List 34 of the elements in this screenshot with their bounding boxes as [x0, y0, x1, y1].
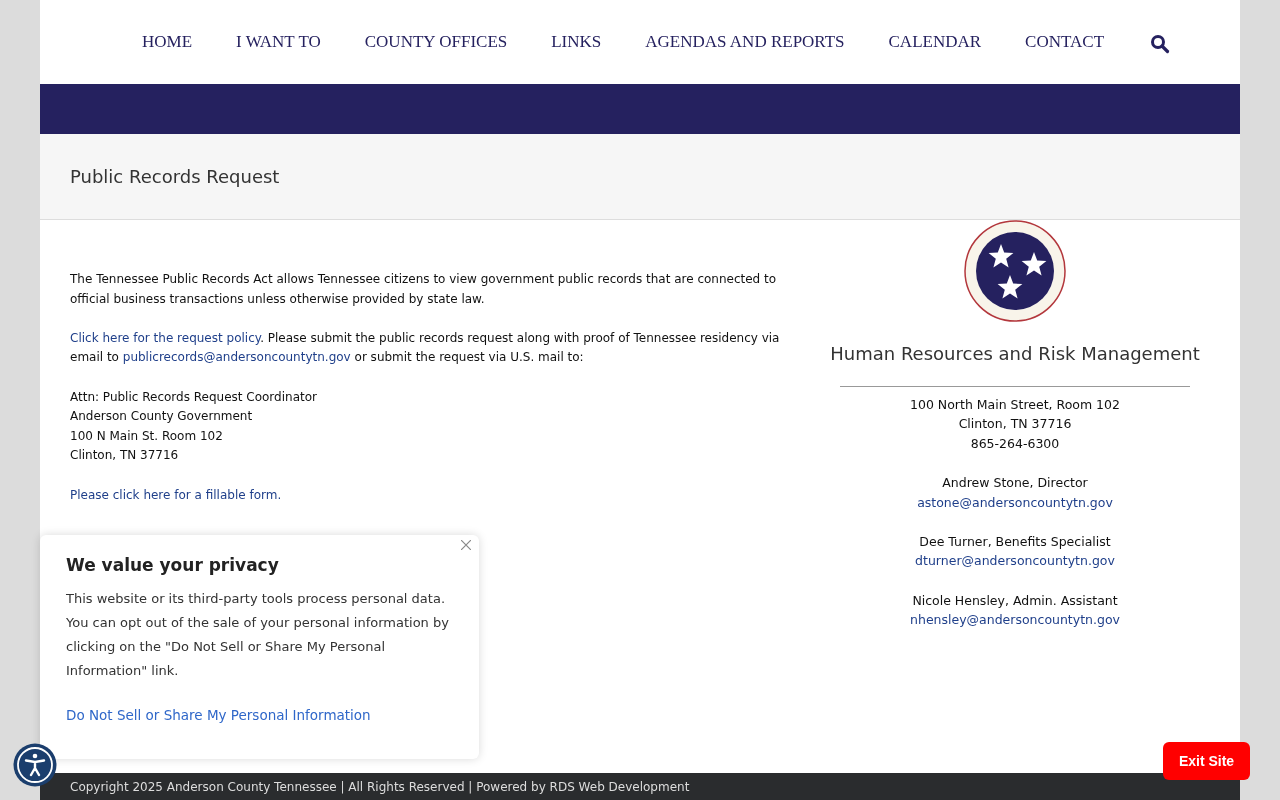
email-link[interactable]: astone@andersoncountytn.gov	[917, 492, 1113, 513]
email-link[interactable]: nhensley@andersoncountytn.gov	[910, 610, 1120, 630]
nav-link[interactable]: CALENDAR	[888, 32, 982, 52]
address-line: 100 North Main Street, Room 102	[910, 395, 1120, 414]
link[interactable]: publicrecords@andersoncountytn.gov	[122, 350, 351, 365]
address-line: Clinton, TN 37716	[70, 447, 180, 465]
accessibility-button[interactable]	[13, 743, 57, 787]
popup-title: We value your privacy	[66, 555, 280, 575]
copyright-text: Copyright 2025 Anderson County Tennessee | All Rights Reserved | Powered by RDS Web Development	[69, 780, 690, 794]
page-title: Public Records Request	[70, 166, 280, 187]
opt-out-link[interactable]: Do Not Sell or Share My Personal Information	[66, 707, 371, 723]
paragraph: The Tennessee Public Records Act allows Tennessee citizens to view government public records that are connected to official business transactions unless otherwise provided by state law.	[70, 271, 778, 308]
paragraph: Click here for the request policy. Please submit the public records request along with proof of Tennessee residency via email to publicrecords@andersoncountytn.gov or submit the request via U.S. mail to:	[70, 329, 781, 367]
nav-link[interactable]: COUNTY OFFICES	[364, 32, 508, 52]
nav-link[interactable]: LINKS	[551, 32, 602, 52]
close-button[interactable]	[461, 538, 471, 548]
nav-link[interactable]: CONTACT	[1025, 32, 1104, 52]
exit-site-button[interactable]: Exit Site	[1163, 742, 1250, 780]
contact-name: Andrew Stone, Director	[942, 473, 1088, 492]
address-line: 100 N Main St. Room 102	[70, 427, 224, 445]
address-line: Attn: Public Records Request Coordinator	[70, 388, 318, 406]
contact-name: Dee Turner, Benefits Specialist	[919, 532, 1111, 551]
address-line: 865-264-6300	[970, 434, 1060, 453]
address-line: Anderson County Government	[70, 408, 254, 426]
search-icon[interactable]	[1150, 34, 1170, 54]
popup-text: This website or its third-party tools process personal data. You can opt out of the sale of your personal information by clicking on the "Do Not Sell or Share My Personal Information" link.	[66, 590, 450, 680]
nav-link[interactable]: HOME	[142, 32, 193, 52]
nav-link[interactable]: I WANT TO	[236, 32, 321, 52]
nav-link[interactable]: AGENDAS AND REPORTS	[645, 32, 845, 52]
section-heading: Human Resources and Risk Management	[830, 344, 1200, 364]
fillable-form-link[interactable]: Please click here for a fillable form.	[70, 487, 282, 502]
email-link[interactable]: dturner@andersoncountytn.gov	[915, 551, 1115, 571]
address-line: Clinton, TN 37716	[958, 415, 1072, 434]
contact-name: Nicole Hensley, Admin. Assistant	[912, 591, 1118, 610]
